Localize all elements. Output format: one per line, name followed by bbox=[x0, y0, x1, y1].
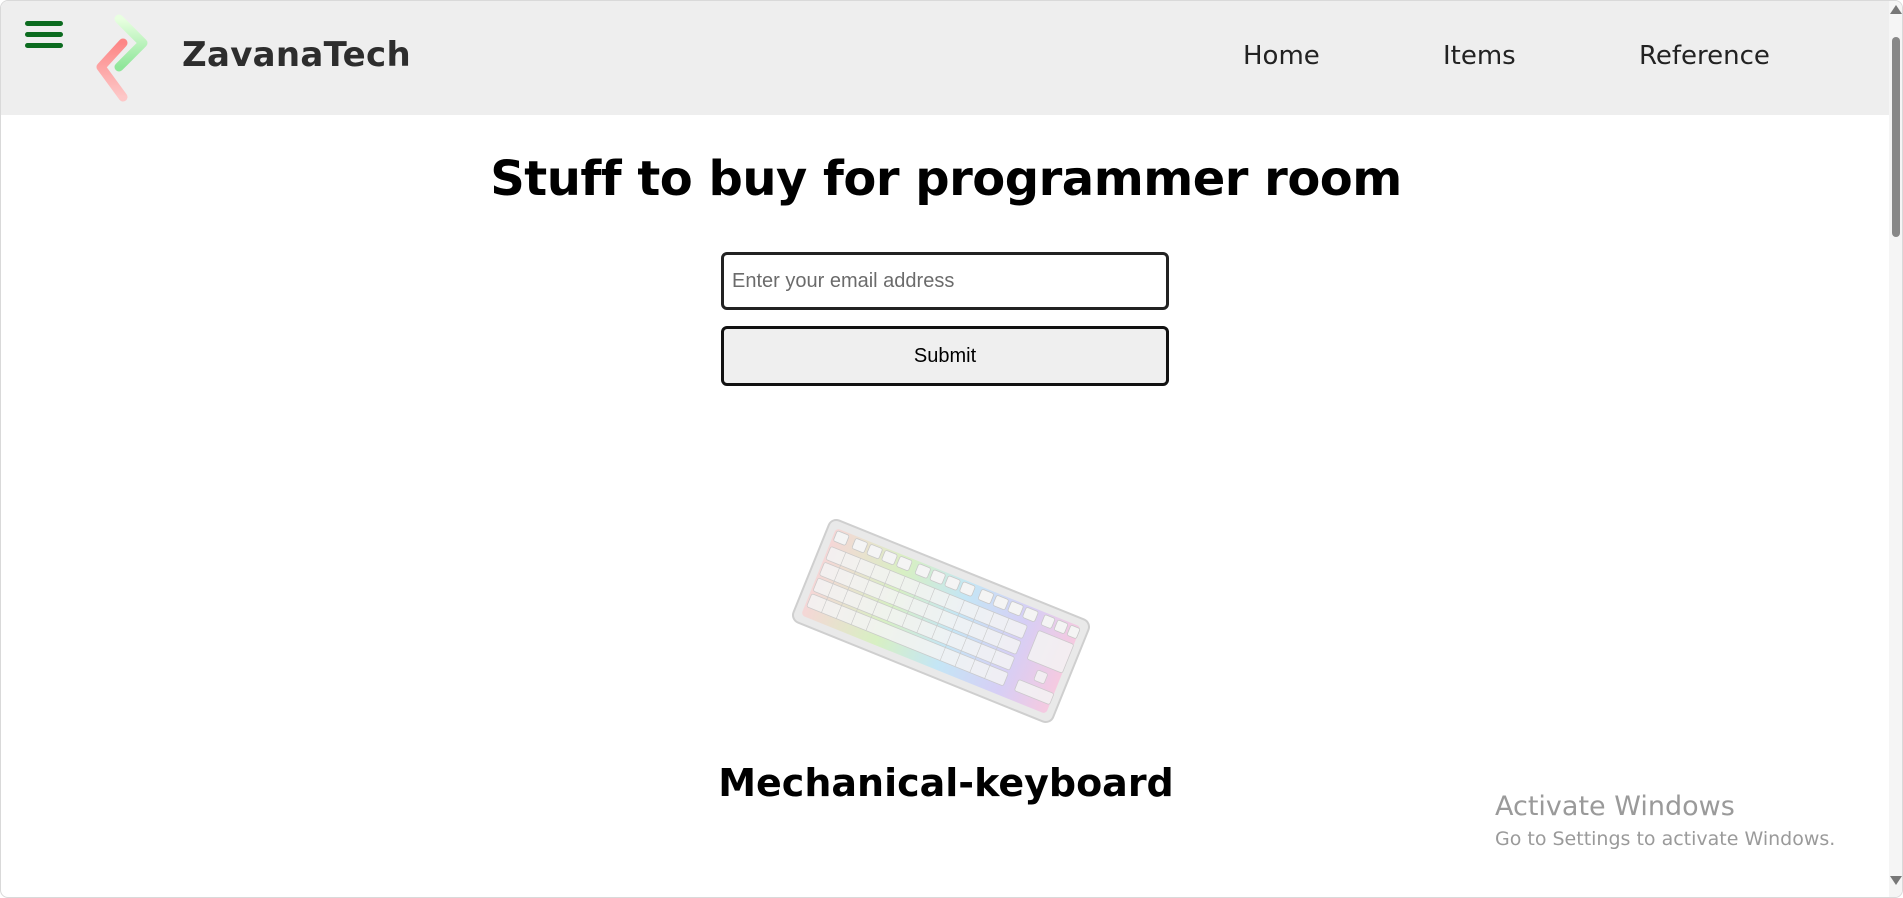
watermark-title: Activate Windows bbox=[1495, 791, 1735, 822]
zavanatech-logo-icon[interactable] bbox=[93, 13, 155, 105]
nav-home-link[interactable]: Home bbox=[1243, 41, 1320, 71]
mechanical-keyboard-image[interactable] bbox=[791, 511, 1096, 731]
page-title: Stuff to buy for programmer room bbox=[490, 151, 1402, 207]
vertical-scrollbar[interactable] bbox=[1889, 1, 1902, 897]
nav-reference-link[interactable]: Reference bbox=[1639, 41, 1770, 71]
windows-activation-watermark: Activate Windows Go to Settings to activ… bbox=[1495, 789, 1835, 853]
email-input[interactable] bbox=[721, 252, 1169, 310]
scrollbar-thumb[interactable] bbox=[1892, 37, 1900, 237]
hamburger-menu-icon[interactable] bbox=[25, 21, 63, 53]
nav-items-link[interactable]: Items bbox=[1443, 41, 1516, 71]
scroll-up-arrow-icon[interactable] bbox=[1890, 5, 1902, 14]
browser-viewport: ZavanaTech Home Items Reference Stuff to… bbox=[0, 0, 1903, 898]
site-header: ZavanaTech Home Items Reference bbox=[1, 1, 1891, 115]
submit-button[interactable]: Submit bbox=[721, 326, 1169, 386]
brand-name[interactable]: ZavanaTech bbox=[182, 35, 411, 75]
watermark-subtitle: Go to Settings to activate Windows. bbox=[1495, 828, 1836, 850]
scroll-down-arrow-icon[interactable] bbox=[1890, 876, 1902, 885]
